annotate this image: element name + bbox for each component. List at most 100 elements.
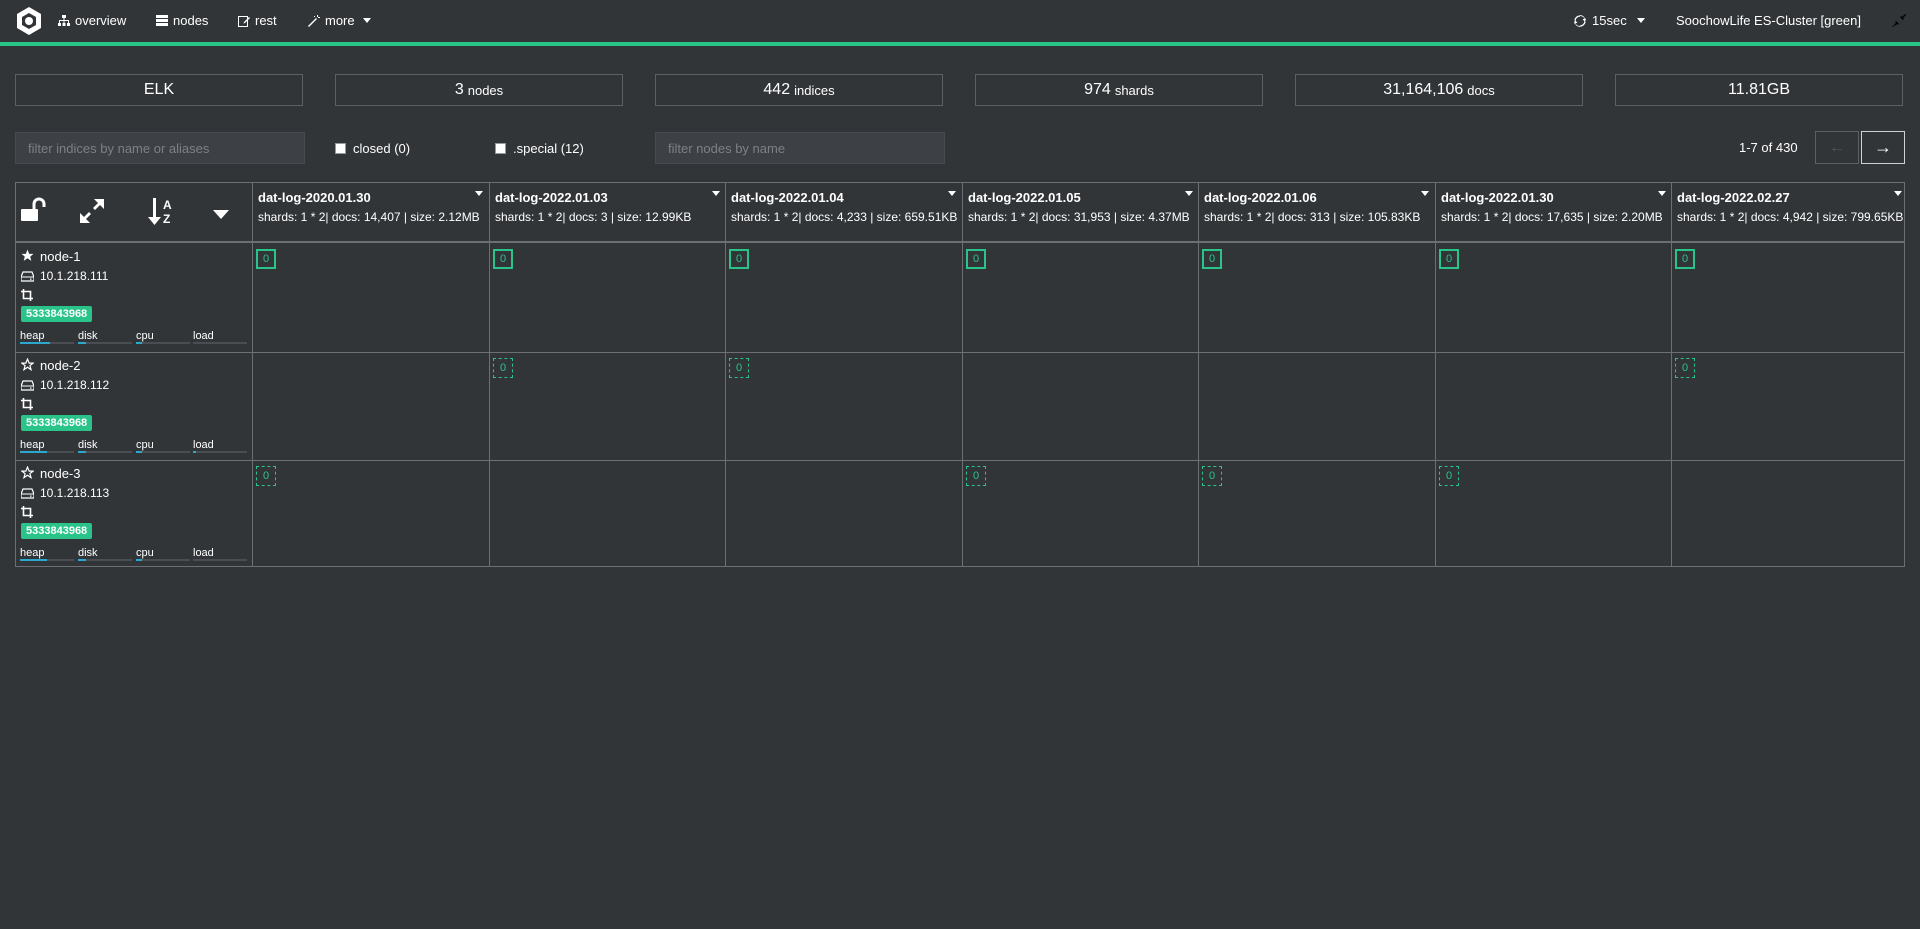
metric-bar xyxy=(20,559,74,561)
refresh-icon xyxy=(1574,14,1586,27)
svg-text:Z: Z xyxy=(163,212,170,226)
edit-icon xyxy=(238,15,250,27)
node-row-header[interactable]: node-1 10.1.218.111 5333843968 heap disk cpu l… xyxy=(16,243,252,351)
caret-down-icon[interactable] xyxy=(213,208,229,223)
metric-label: disk xyxy=(78,547,98,559)
index-header[interactable]: dat-log-2022.02.27 shards: 1 * 2| docs: 4… xyxy=(1672,183,1908,241)
primary-shard[interactable]: 0 xyxy=(729,249,749,269)
unlock-icon[interactable] xyxy=(20,197,46,226)
index-menu-caret-icon[interactable] xyxy=(1658,191,1666,196)
metric-heap: heap xyxy=(20,327,74,344)
index-name[interactable]: dat-log-2022.01.06 xyxy=(1204,190,1317,205)
checkbox-box[interactable] xyxy=(335,143,346,154)
arrow-right-icon: → xyxy=(1874,137,1892,157)
primary-shard[interactable]: 0 xyxy=(1202,249,1222,269)
primary-shard[interactable]: 0 xyxy=(256,249,276,269)
index-info: shards: 1 * 2| docs: 313 | size: 105.83K… xyxy=(1204,210,1421,224)
nav-overview-label: overview xyxy=(75,13,127,28)
svg-text:A: A xyxy=(163,198,172,212)
closed-indices-label: closed (0) xyxy=(353,141,411,156)
metric-label: cpu xyxy=(136,330,154,342)
filter-nodes-input[interactable] xyxy=(655,132,945,164)
primary-shard[interactable]: 0 xyxy=(966,249,986,269)
index-header[interactable]: dat-log-2020.01.30 shards: 1 * 2| docs: 1… xyxy=(253,183,489,241)
metric-bar xyxy=(20,342,74,344)
arrow-left-icon: ← xyxy=(1829,138,1845,156)
node-row-header[interactable]: node-3 10.1.218.113 5333843968 heap disk cpu l… xyxy=(16,460,252,568)
metric-bar xyxy=(78,559,132,561)
metric-label: load xyxy=(193,439,214,451)
metric-bar-fill xyxy=(193,451,196,453)
index-header[interactable]: dat-log-2022.01.05 shards: 1 * 2| docs: 3… xyxy=(963,183,1199,241)
metric-label: disk xyxy=(78,330,98,342)
replica-shard[interactable]: 0 xyxy=(729,358,749,378)
metric-bar-fill xyxy=(136,451,142,453)
pagination-next-button[interactable]: → xyxy=(1861,131,1905,164)
replica-shard[interactable]: 0 xyxy=(493,358,513,378)
index-menu-caret-icon[interactable] xyxy=(712,191,720,196)
node-ip: 10.1.218.113 xyxy=(40,486,110,500)
node-name[interactable]: node-3 xyxy=(40,466,80,481)
checkbox-box[interactable] xyxy=(495,143,506,154)
index-menu-caret-icon[interactable] xyxy=(948,191,956,196)
stat-value: 31,164,106 xyxy=(1383,81,1464,98)
replica-shard[interactable]: 0 xyxy=(966,466,986,486)
node-name[interactable]: node-1 xyxy=(40,249,80,264)
primary-shard[interactable]: 0 xyxy=(493,249,513,269)
refresh-interval-label: 15sec xyxy=(1592,13,1627,28)
index-menu-caret-icon[interactable] xyxy=(1894,191,1902,196)
replica-shard[interactable]: 0 xyxy=(256,466,276,486)
stat-docs: 31,164,106 docs xyxy=(1295,74,1583,106)
index-header[interactable]: dat-log-2022.01.03 shards: 1 * 2| docs: 3… xyxy=(490,183,726,241)
magic-wand-icon xyxy=(308,14,320,27)
filter-indices-input[interactable] xyxy=(15,132,305,164)
index-name[interactable]: dat-log-2022.01.03 xyxy=(495,190,608,205)
nav-more[interactable]: more xyxy=(308,13,371,28)
nav-nodes[interactable]: nodes xyxy=(156,13,208,28)
expand-icon[interactable] xyxy=(80,199,104,226)
closed-indices-checkbox[interactable]: closed (0) xyxy=(335,141,410,156)
metric-label: disk xyxy=(78,439,98,451)
nav-overview[interactable]: overview xyxy=(58,13,126,28)
index-name[interactable]: dat-log-2020.01.30 xyxy=(258,190,371,205)
replica-shard[interactable]: 0 xyxy=(1202,466,1222,486)
refresh-interval-dropdown[interactable]: 15sec xyxy=(1574,13,1645,28)
metric-bar-fill xyxy=(20,559,47,561)
index-menu-caret-icon[interactable] xyxy=(475,191,483,196)
cluster-name-label: SoochowLife ES-Cluster [green] xyxy=(1676,13,1861,28)
nav-rest[interactable]: rest xyxy=(238,13,277,28)
index-menu-caret-icon[interactable] xyxy=(1185,191,1193,196)
metric-disk: disk xyxy=(78,327,132,344)
disconnect-button[interactable] xyxy=(1892,13,1906,27)
master-star-icon xyxy=(21,249,34,265)
index-name[interactable]: dat-log-2022.01.05 xyxy=(968,190,1081,205)
metric-label: cpu xyxy=(136,439,154,451)
node-row-header[interactable]: node-2 10.1.218.112 5333843968 heap disk cpu l… xyxy=(16,352,252,460)
node-name[interactable]: node-2 xyxy=(40,358,80,373)
metric-bar-fill xyxy=(78,559,86,561)
index-name[interactable]: dat-log-2022.01.04 xyxy=(731,190,844,205)
primary-shard[interactable]: 0 xyxy=(1675,249,1695,269)
cluster-name[interactable]: SoochowLife ES-Cluster [green] xyxy=(1676,13,1861,28)
sort-alpha-icon[interactable]: AZ xyxy=(148,196,176,229)
index-header[interactable]: dat-log-2022.01.04 shards: 1 * 2| docs: 4… xyxy=(726,183,962,241)
metric-bar xyxy=(136,559,190,561)
index-name[interactable]: dat-log-2022.01.30 xyxy=(1441,190,1554,205)
metric-bar xyxy=(136,342,190,344)
star-outline-icon xyxy=(20,465,35,482)
special-indices-checkbox[interactable]: .special (12) xyxy=(495,141,584,156)
index-info: shards: 1 * 2| docs: 14,407 | size: 2.12… xyxy=(258,210,480,224)
index-info: shards: 1 * 2| docs: 4,942 | size: 799.6… xyxy=(1677,210,1904,224)
pagination-prev-button[interactable]: ← xyxy=(1815,131,1859,164)
index-header[interactable]: dat-log-2022.01.06 shards: 1 * 2| docs: 3… xyxy=(1199,183,1435,241)
primary-shard[interactable]: 0 xyxy=(1439,249,1459,269)
index-menu-caret-icon[interactable] xyxy=(1421,191,1429,196)
metric-bar-fill xyxy=(20,342,50,344)
crop-icon xyxy=(21,398,33,413)
index-header[interactable]: dat-log-2022.01.30 shards: 1 * 2| docs: 1… xyxy=(1436,183,1672,241)
cerebro-logo-icon[interactable] xyxy=(14,6,44,36)
replica-shard[interactable]: 0 xyxy=(1675,358,1695,378)
replica-shard[interactable]: 0 xyxy=(1439,466,1459,486)
metric-bar-fill xyxy=(78,342,86,344)
index-name[interactable]: dat-log-2022.02.27 xyxy=(1677,190,1790,205)
